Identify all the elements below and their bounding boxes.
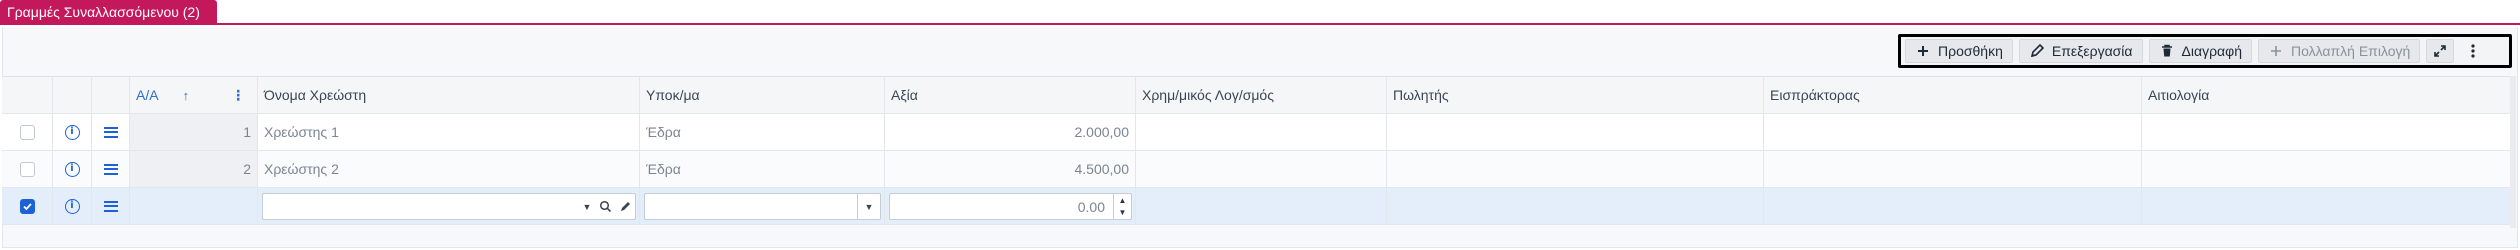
row-select-cell <box>2 114 53 151</box>
header-menu-cell <box>92 77 130 114</box>
row-collector[interactable] <box>1764 151 2142 188</box>
header-select-cell <box>2 77 53 114</box>
chevron-down-icon[interactable]: ▼ <box>858 194 880 219</box>
header-value[interactable]: Αξία <box>885 77 1136 114</box>
hamburger-menu-icon[interactable] <box>103 163 118 175</box>
row-financial-account[interactable] <box>1136 114 1387 151</box>
row-info-cell: i <box>53 151 92 188</box>
row-branch[interactable]: Έδρα <box>640 151 885 188</box>
row-collector[interactable] <box>1764 114 2142 151</box>
row-reason[interactable] <box>2142 188 2512 225</box>
search-icon[interactable] <box>595 194 615 219</box>
expand-icon <box>2433 44 2447 58</box>
info-icon[interactable]: i <box>64 161 80 177</box>
row-financial-account[interactable] <box>1136 151 1387 188</box>
row-seller[interactable] <box>1387 188 1764 225</box>
row-select-cell <box>2 188 53 225</box>
info-icon[interactable]: i <box>64 198 80 214</box>
header-reason[interactable]: Αιτιολογία <box>2142 77 2512 114</box>
add-button-label: Προσθήκη <box>1938 43 2003 59</box>
header-aa-label: Α/Α <box>136 87 159 103</box>
edit-button[interactable]: Επεξεργασία <box>2018 39 2143 63</box>
row-value[interactable]: 2.000,00 <box>885 114 1136 151</box>
row-reason[interactable] <box>2142 114 2512 151</box>
grid-toolbar: Προσθήκη Επεξεργασία Διαγραφή Πολλαπλή Ε… <box>1898 34 2512 68</box>
row-select-cell <box>2 151 53 188</box>
multi-select-button[interactable]: Πολλαπλή Επιλογή <box>2258 39 2421 63</box>
header-branch[interactable]: Υποκ/μα <box>640 77 885 114</box>
multi-select-label: Πολλαπλή Επιλογή <box>2291 43 2411 59</box>
info-icon[interactable]: i <box>64 124 80 140</box>
trash-icon <box>2159 43 2175 59</box>
row-info-cell: i <box>53 188 92 225</box>
row-collector[interactable] <box>1764 188 2142 225</box>
row-aa: 1 <box>130 114 258 151</box>
plus-icon <box>1915 43 1931 59</box>
row-seller[interactable] <box>1387 151 1764 188</box>
row-menu-cell <box>92 188 130 225</box>
pencil-icon <box>2029 43 2045 59</box>
debtor-lines-grid: Α/Α ↑ ⋮ Όνομα Χρεώστη Υποκ/μα Αξία Χρημ/… <box>2 76 2512 228</box>
header-debtor-name[interactable]: Όνομα Χρεώστη <box>258 77 640 114</box>
row-checkbox[interactable] <box>19 161 35 177</box>
branch-select[interactable]: ▼ <box>644 193 881 220</box>
header-collector[interactable]: Εισπράκτορας <box>1764 77 2142 114</box>
row-aa: 2 <box>130 151 258 188</box>
row-financial-account[interactable] <box>1136 188 1387 225</box>
table-row[interactable]: i 2 Χρεώστης 2 Έδρα 4.500,00 <box>2 151 2512 188</box>
row-info-cell: i <box>53 114 92 151</box>
table-row[interactable]: i 1 Χρεώστης 1 Έδρα 2.000,00 <box>2 114 2512 151</box>
row-value[interactable]: 4.500,00 <box>885 151 1136 188</box>
sort-up-icon[interactable]: ↑ <box>183 88 190 103</box>
amount-spinner: ▲ ▼ <box>1113 194 1131 219</box>
row-branch[interactable]: Έδρα <box>640 114 885 151</box>
kebab-icon <box>2470 43 2476 59</box>
delete-button[interactable]: Διαγραφή <box>2148 39 2252 63</box>
header-info-cell <box>53 77 92 114</box>
row-checkbox[interactable] <box>19 124 35 140</box>
row-reason[interactable] <box>2142 151 2512 188</box>
section-header: Γραμμές Συναλλασσόμενου (2) <box>0 0 2520 25</box>
amount-input[interactable]: 0.00 <box>890 199 1113 215</box>
grid-scrollbar[interactable] <box>2510 76 2516 228</box>
header-financial-account[interactable]: Χρημ/μικός Λογ/σμός <box>1136 77 1387 114</box>
edit-button-label: Επεξεργασία <box>2051 43 2133 59</box>
plus-icon <box>2268 43 2284 59</box>
grid-header-row: Α/Α ↑ ⋮ Όνομα Χρεώστη Υποκ/μα Αξία Χρημ/… <box>2 77 2512 114</box>
spin-down-icon[interactable]: ▼ <box>1114 207 1131 220</box>
debtor-name-lookup[interactable]: ▼ <box>262 193 636 220</box>
row-menu-cell <box>92 114 130 151</box>
row-aa <box>130 188 258 225</box>
row-menu-cell <box>92 151 130 188</box>
row-checkbox-checked[interactable] <box>19 198 35 214</box>
column-menu-icon[interactable]: ⋮ <box>231 87 245 104</box>
expand-button[interactable] <box>2426 39 2455 63</box>
add-button[interactable]: Προσθήκη <box>1905 39 2013 63</box>
more-options-button[interactable] <box>2460 39 2486 63</box>
row-debtor-name-edit: ▼ <box>258 188 640 225</box>
edit-row[interactable]: i ▼ ▼ 0.00 ▲ ▼ <box>2 188 2512 225</box>
hamburger-menu-icon[interactable] <box>103 126 118 138</box>
spin-up-icon[interactable]: ▲ <box>1114 194 1131 207</box>
section-tab-debtor-lines[interactable]: Γραμμές Συναλλασσόμενου (2) <box>0 0 217 25</box>
row-seller[interactable] <box>1387 114 1764 151</box>
delete-button-label: Διαγραφή <box>2181 43 2242 59</box>
amount-stepper[interactable]: 0.00 ▲ ▼ <box>889 193 1132 220</box>
chevron-down-icon[interactable]: ▼ <box>579 194 595 219</box>
row-debtor-name[interactable]: Χρεώστης 1 <box>258 114 640 151</box>
pencil-icon[interactable] <box>615 194 635 219</box>
header-seller[interactable]: Πωλητής <box>1387 77 1764 114</box>
hamburger-menu-icon[interactable] <box>103 200 118 212</box>
header-aa[interactable]: Α/Α ↑ ⋮ <box>130 77 258 114</box>
row-branch-edit: ▼ <box>640 188 885 225</box>
row-debtor-name[interactable]: Χρεώστης 2 <box>258 151 640 188</box>
row-value-edit: 0.00 ▲ ▼ <box>885 188 1136 225</box>
